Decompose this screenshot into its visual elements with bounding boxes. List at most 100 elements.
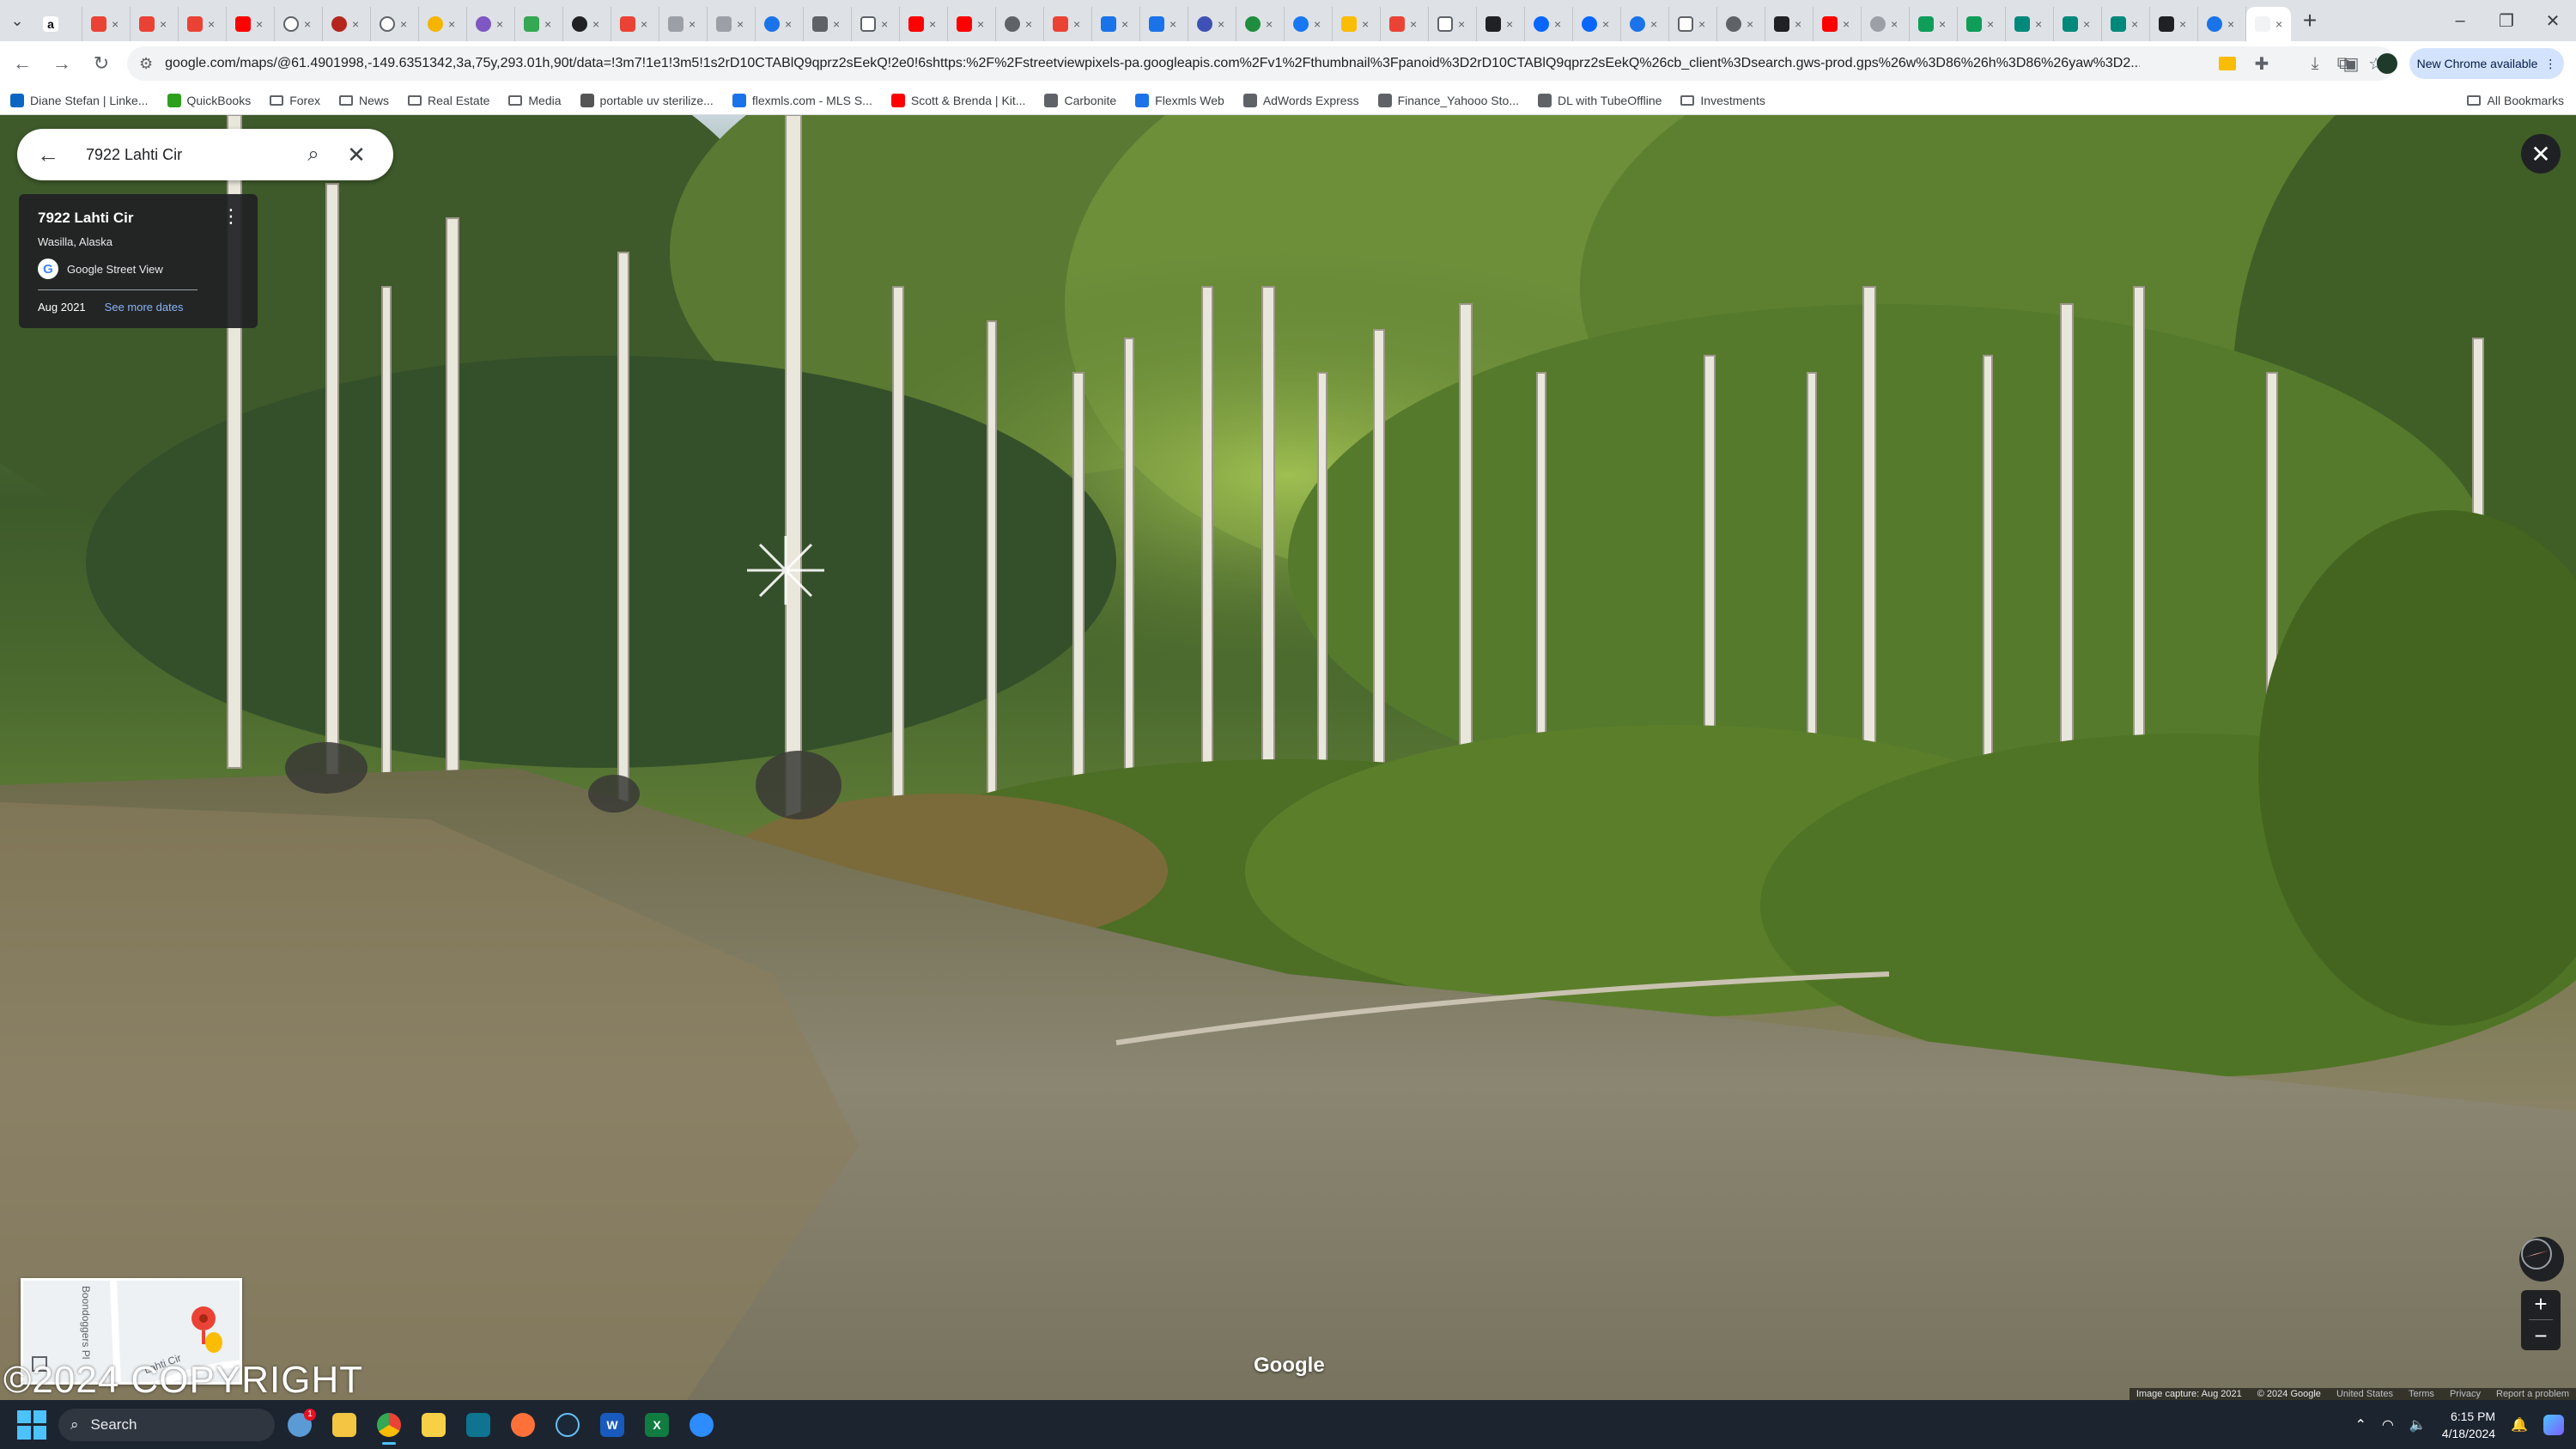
tab[interactable]: × — [1477, 7, 1525, 41]
close-icon[interactable]: × — [352, 17, 359, 31]
close-icon[interactable]: × — [1362, 17, 1369, 31]
all-bookmarks-button[interactable]: All Bookmarks — [2466, 86, 2564, 115]
bookmark-item[interactable]: Scott & Brenda | Kit... — [890, 93, 1025, 107]
close-icon[interactable]: × — [2179, 17, 2186, 31]
zoom-app-icon[interactable] — [682, 1405, 721, 1445]
wifi-icon[interactable]: ◠ — [2382, 1416, 2394, 1434]
tab[interactable]: × — [1188, 7, 1236, 41]
clock[interactable]: 6:15 PM 4/18/2024 — [2442, 1408, 2495, 1442]
extension-folder-icon[interactable] — [2210, 46, 2245, 81]
tab[interactable]: × — [2198, 7, 2246, 41]
tab[interactable]: × — [131, 7, 179, 41]
bookmark-item[interactable]: Diane Stefan | Linke... — [10, 93, 149, 107]
bookmark-item[interactable]: News — [339, 94, 389, 107]
close-icon[interactable]: × — [1266, 17, 1273, 31]
tab[interactable]: × — [1333, 7, 1381, 41]
close-icon[interactable]: × — [833, 17, 840, 31]
bookmark-item[interactable]: QuickBooks — [167, 93, 251, 107]
bookmark-item[interactable]: DL with TubeOffline — [1538, 93, 1662, 107]
tab[interactable]: × — [1140, 7, 1188, 41]
country-link[interactable]: United States — [2336, 1389, 2393, 1399]
search-icon[interactable]: ⌕ — [292, 143, 335, 167]
forward-arrow-icon[interactable]: → — [45, 46, 79, 81]
bookmark-item[interactable]: Flexmls Web — [1135, 93, 1224, 107]
close-icon[interactable]: × — [592, 17, 599, 31]
chevron-up-icon[interactable]: ⌃ — [2354, 1416, 2366, 1434]
chrome-taskbar-icon[interactable] — [369, 1405, 409, 1445]
bookmark-item[interactable]: Forex — [270, 94, 320, 107]
tab[interactable]: × — [611, 7, 659, 41]
terms-link[interactable]: Terms — [2409, 1389, 2434, 1399]
tab[interactable]: × — [1862, 7, 1910, 41]
tab[interactable]: × — [2150, 7, 2198, 41]
tab[interactable]: × — [2102, 7, 2150, 41]
tab[interactable]: × — [1236, 7, 1285, 41]
site-info-icon[interactable]: ⚙ — [139, 55, 153, 73]
tab[interactable]: × — [515, 7, 563, 41]
weather-icon[interactable]: 1 — [280, 1405, 319, 1445]
windows-start-icon[interactable] — [17, 1409, 46, 1440]
tab[interactable]: × — [82, 7, 131, 41]
url-text[interactable]: google.com/maps/@61.4901998,-149.6351342… — [165, 56, 2140, 71]
copilot-icon[interactable] — [2543, 1414, 2564, 1435]
tab[interactable]: × — [1765, 7, 1814, 41]
close-icon[interactable]: × — [304, 17, 311, 31]
more-vert-icon[interactable]: ⋮ — [222, 207, 240, 226]
bookmark-item[interactable]: Finance_Yahooo Sto... — [1377, 93, 1519, 107]
close-icon[interactable]: × — [160, 17, 167, 31]
back-arrow-icon[interactable]: ← — [5, 46, 39, 81]
word-icon[interactable]: W — [592, 1405, 632, 1445]
close-icon[interactable]: × — [1987, 17, 1994, 31]
clear-icon[interactable]: ✕ — [335, 142, 378, 168]
tab[interactable]: × — [996, 7, 1044, 41]
close-icon[interactable]: × — [1170, 17, 1176, 31]
tab[interactable]: × — [1814, 7, 1862, 41]
tab[interactable]: a — [34, 7, 82, 41]
close-icon[interactable]: × — [400, 17, 407, 31]
back-arrow-icon[interactable]: ← — [27, 142, 69, 168]
maps-search-box[interactable]: ← 7922 Lahti Cir ⌕ ✕ — [17, 129, 393, 180]
notifications-bell-icon[interactable]: 🔔 — [2511, 1416, 2528, 1434]
tab[interactable]: × — [708, 7, 756, 41]
download-icon[interactable]: ⤓ — [2298, 46, 2332, 81]
tab[interactable]: × — [1525, 7, 1573, 41]
close-icon[interactable]: × — [1795, 17, 1801, 31]
bookmark-item[interactable]: Carbonite — [1044, 93, 1116, 107]
bookmark-item[interactable]: portable uv sterilize... — [580, 93, 714, 107]
close-street-view-button[interactable]: ✕ — [2521, 134, 2561, 174]
profile-avatar[interactable] — [2370, 46, 2404, 81]
bookmark-item[interactable]: Real Estate — [408, 94, 489, 107]
close-icon[interactable]: × — [544, 17, 551, 31]
tab[interactable]: × — [1621, 7, 1669, 41]
close-icon[interactable]: × — [448, 17, 455, 31]
tab[interactable]: × — [1429, 7, 1477, 41]
bookmark-item[interactable]: AdWords Express — [1242, 93, 1359, 107]
minimize-icon[interactable]: – — [2437, 0, 2483, 41]
bookmark-item[interactable]: Media — [508, 94, 562, 107]
tab[interactable]: × — [659, 7, 708, 41]
close-icon[interactable]: × — [689, 17, 696, 31]
close-icon[interactable]: × — [112, 17, 118, 31]
close-icon[interactable]: × — [1506, 17, 1513, 31]
close-icon[interactable]: × — [208, 17, 215, 31]
close-icon[interactable]: × — [1698, 17, 1705, 31]
chrome-update-button[interactable]: New Chrome available ⋮ — [2409, 48, 2564, 79]
tab[interactable]: × — [1573, 7, 1621, 41]
compass-icon[interactable] — [2519, 1237, 2564, 1282]
side-panel-icon[interactable]: ▣ — [2334, 46, 2368, 81]
close-icon[interactable]: × — [1025, 17, 1032, 31]
tab[interactable]: × — [1910, 7, 1958, 41]
file-explorer-icon[interactable] — [325, 1405, 364, 1445]
close-icon[interactable]: × — [2227, 17, 2234, 31]
tab[interactable]: × — [2006, 7, 2054, 41]
close-icon[interactable]: × — [496, 17, 503, 31]
tab[interactable]: × — [1669, 7, 1717, 41]
close-icon[interactable]: × — [1939, 17, 1946, 31]
tab[interactable]: × — [900, 7, 948, 41]
tab[interactable]: × — [1958, 7, 2006, 41]
close-icon[interactable]: × — [881, 17, 888, 31]
tab[interactable]: × — [467, 7, 515, 41]
close-icon[interactable]: × — [1314, 17, 1321, 31]
close-icon[interactable]: × — [256, 17, 263, 31]
tab[interactable]: × — [1381, 7, 1429, 41]
